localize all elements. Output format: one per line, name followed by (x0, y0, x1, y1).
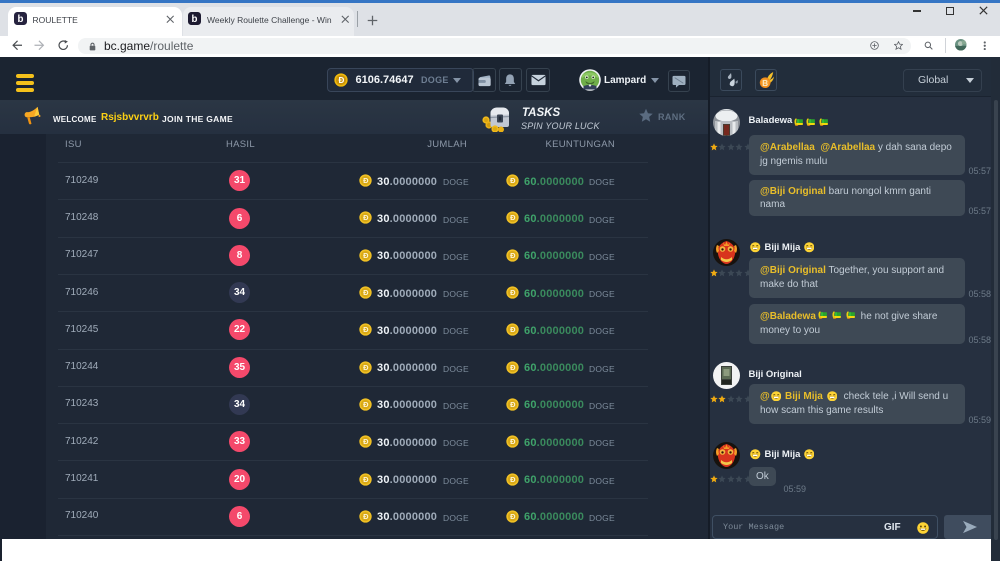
svg-text:Đ: Đ (510, 475, 516, 484)
svg-text:Đ: Đ (510, 363, 516, 372)
svg-text:Đ: Đ (363, 512, 369, 521)
svg-text:Đ: Đ (363, 288, 369, 297)
svg-text:b: b (192, 14, 198, 25)
svg-text:Đ: Đ (338, 76, 344, 85)
svg-text:Đ: Đ (510, 437, 516, 446)
svg-text:Đ: Đ (510, 326, 516, 335)
svg-text:Đ: Đ (363, 363, 369, 372)
svg-text:Đ: Đ (510, 400, 516, 409)
svg-text:Đ: Đ (363, 400, 369, 409)
svg-text:Đ: Đ (510, 251, 516, 260)
svg-text:Đ: Đ (510, 176, 516, 185)
svg-text:b: b (18, 14, 24, 25)
svg-text:Đ: Đ (363, 475, 369, 484)
svg-text:Đ: Đ (510, 214, 516, 223)
svg-text:Đ: Đ (363, 214, 369, 223)
svg-text:Đ: Đ (363, 176, 369, 185)
svg-text:Đ: Đ (510, 288, 516, 297)
svg-text:Đ: Đ (363, 251, 369, 260)
svg-text:Đ: Đ (510, 512, 516, 521)
svg-text:B: B (762, 79, 768, 88)
svg-text:Đ: Đ (363, 437, 369, 446)
svg-text:Đ: Đ (363, 326, 369, 335)
